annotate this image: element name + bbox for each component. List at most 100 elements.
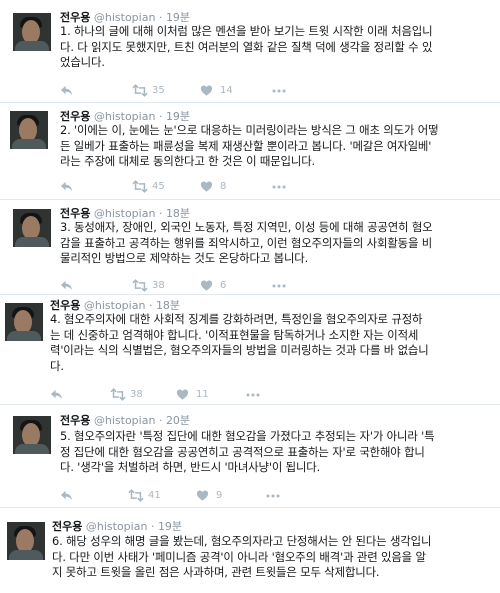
author-handle[interactable]: @histopian [86, 520, 148, 533]
tweet-text-line: 5. 혐오주의자란 '특정 집단에 대한 혐오감을 가졌다고 추정되는 자'가 … [60, 429, 435, 443]
retweet-icon [128, 489, 144, 502]
tweet-card: 전우용 @histopian · 18분 3. 동성애자, 장애인, 외국인 노… [0, 200, 500, 295]
avatar[interactable] [13, 13, 51, 51]
tweet-header: 전우용 @histopian · 19분 [52, 518, 182, 534]
retweet-count: 38 [130, 389, 143, 400]
like-count: 11 [196, 389, 209, 400]
tweet-actions: 41 9 [60, 489, 480, 503]
avatar[interactable] [13, 209, 51, 247]
heart-icon [200, 280, 213, 291]
author-name[interactable]: 전우용 [60, 414, 90, 427]
tweet-card: 전우용 @histopian · 19분 6. 해당 성우의 해명 글을 봤는데… [0, 508, 500, 593]
separator-dot: · [158, 414, 163, 427]
reply-icon [60, 490, 73, 501]
tweet-actions: 35 14 [60, 84, 480, 98]
author-name[interactable]: 전우용 [60, 11, 90, 24]
tweet-text: 1. 하나의 글에 대해 이처럼 많은 멘션을 받아 보기는 트윗 시작한 이래… [60, 24, 433, 71]
tweet-text-line: 4. 혐오주의자에 대한 사회적 징계를 강화하려면, 특정인을 혐오주의자로 … [50, 312, 423, 326]
tweet-time[interactable]: 19분 [166, 110, 190, 123]
avatar[interactable] [7, 522, 45, 560]
tweet-text-line: 다. '생각'을 처벌하려 하면, 반드시 '마녀사냥'이 됩니다. [60, 460, 321, 474]
tweet-actions: 38 6 [60, 279, 480, 293]
avatar[interactable] [13, 416, 51, 454]
tweet-text-line: 는 데 신중하고 엄격해야 합니다. '이적표현물을 탐독하거나 소지한 자는 … [50, 327, 419, 342]
tweet-card: 전우용 @histopian · 20분 5. 혐오주의자란 '특정 집단에 대… [0, 405, 500, 508]
author-name[interactable]: 전우용 [60, 110, 90, 123]
tweet-text-line: 었습니다. [60, 55, 105, 69]
heart-icon [200, 181, 213, 192]
tweet-text-line: 다. 다 읽지도 못했지만, 트친 여러분의 열화 같은 질책 덕에 생각을 정… [60, 39, 433, 54]
retweet-count: 45 [152, 181, 165, 192]
tweet-text-line: 1. 하나의 글에 대해 이처럼 많은 멘션을 받아 보기는 트윗 시작한 이래… [60, 24, 433, 38]
avatar[interactable] [10, 111, 48, 149]
tweet-header: 전우용 @histopian · 20분 [60, 412, 190, 428]
more-icon [266, 494, 280, 498]
avatar[interactable] [5, 303, 43, 341]
like-count: 14 [220, 85, 233, 96]
more-icon [272, 284, 286, 288]
tweet-text-line: 감을 표출하고 공격하는 행위를 죄악시하고, 이런 혐오주의자들의 사회활동을… [60, 235, 433, 250]
author-handle[interactable]: @histopian [94, 207, 156, 220]
heart-icon [200, 85, 213, 96]
tweet-card: 전우용 @histopian · 19분 2. '이에는 이, 눈에는 눈'으로… [0, 103, 500, 200]
heart-icon [176, 389, 189, 400]
author-name[interactable]: 전우용 [50, 299, 80, 312]
tweet-header: 전우용 @histopian · 18분 [50, 297, 180, 313]
separator-dot: · [158, 207, 163, 220]
more-button[interactable] [246, 388, 260, 405]
retweet-icon [132, 279, 148, 292]
tweet-text: 2. '이에는 이, 눈에는 눈'으로 대응하는 미러링이라는 방식은 그 애초… [60, 123, 439, 170]
retweet-count: 41 [148, 490, 161, 501]
author-handle[interactable]: @histopian [84, 299, 146, 312]
tweet-text-line: 2. '이에는 이, 눈에는 눈'으로 대응하는 미러링이라는 방식은 그 애초… [60, 123, 439, 137]
tweet-time[interactable]: 19분 [158, 520, 182, 533]
tweet-text-line: 다. 다만 이번 사태가 '페미니즘 공격'이 아니라 '혐오주의 배격'과 관… [52, 549, 426, 564]
author-handle[interactable]: @histopian [94, 110, 156, 123]
more-icon [272, 185, 286, 189]
retweet-icon [110, 388, 126, 401]
tweet-text-line: 지 못하고 트윗을 올린 점은 사과하며, 관련 트윗들은 모두 삭제합니다. [52, 565, 380, 579]
tweet-text: 3. 동성애자, 장애인, 외국인 노동자, 특정 지역민, 이성 등에 대해 … [60, 220, 433, 267]
author-name[interactable]: 전우용 [52, 520, 82, 533]
tweet-time[interactable]: 18분 [156, 299, 180, 312]
tweet-text-line: 든 일베가 표출하는 패륜성을 복제 재생산할 뿐이라고 봅니다. '메갈은 여… [60, 138, 432, 153]
separator-dot: · [148, 299, 153, 312]
tweet-card: 전우용 @histopian · 18분 4. 혐오주의자에 대한 사회적 징계… [0, 295, 500, 405]
more-icon [246, 393, 260, 397]
reply-icon [60, 280, 73, 291]
retweet-count: 38 [152, 280, 165, 291]
tweet-actions: 38 11 [50, 388, 480, 402]
tweet-header: 전우용 @histopian · 19분 [60, 108, 190, 124]
like-count: 6 [220, 280, 227, 291]
tweet-text-line: 물리적인 방법으로 제약하는 것도 온당하다고 봅니다. [60, 251, 309, 265]
reply-icon [50, 389, 63, 400]
author-handle[interactable]: @histopian [94, 414, 156, 427]
tweet-text: 6. 해당 성우의 해명 글을 봤는데, 혐오주의자라고 단정해서는 안 된다는… [52, 534, 431, 581]
more-icon [272, 89, 286, 93]
author-handle[interactable]: @histopian [94, 11, 156, 24]
retweet-count: 35 [152, 85, 165, 96]
more-button[interactable] [272, 84, 286, 101]
separator-dot: · [150, 520, 155, 533]
separator-dot: · [158, 11, 163, 24]
tweet-text-line: 력'이라는 식의 식별법은, 혐오주의자들의 방법을 미러링하는 것과 다를 바… [50, 343, 429, 357]
tweet-time[interactable]: 18분 [166, 207, 190, 220]
reply-icon [60, 85, 73, 96]
tweet-text-line: 3. 동성애자, 장애인, 외국인 노동자, 특정 지역민, 이성 등에 대해 … [60, 220, 433, 234]
more-button[interactable] [272, 279, 286, 296]
tweet-text-line: 6. 해당 성우의 해명 글을 봤는데, 혐오주의자라고 단정해서는 안 된다는… [52, 534, 432, 548]
tweet-text-line: 다. [50, 358, 64, 373]
more-button[interactable] [266, 489, 280, 506]
retweet-icon [132, 84, 148, 97]
author-name[interactable]: 전우용 [60, 207, 90, 220]
tweet-time[interactable]: 20분 [166, 414, 190, 427]
tweet-text: 5. 혐오주의자란 '특정 집단에 대한 혐오감을 가졌다고 추정되는 자'가 … [60, 429, 435, 476]
tweet-header: 전우용 @histopian · 18분 [60, 205, 190, 221]
tweet-time[interactable]: 19분 [166, 11, 190, 24]
separator-dot: · [158, 110, 163, 123]
tweet-header: 전우용 @histopian · 19분 [60, 9, 190, 25]
tweet-card: 전우용 @histopian · 19분 1. 하나의 글에 대해 이처럼 많은… [0, 0, 500, 103]
retweet-icon [132, 180, 148, 193]
more-button[interactable] [272, 180, 286, 197]
heart-icon [196, 490, 209, 501]
